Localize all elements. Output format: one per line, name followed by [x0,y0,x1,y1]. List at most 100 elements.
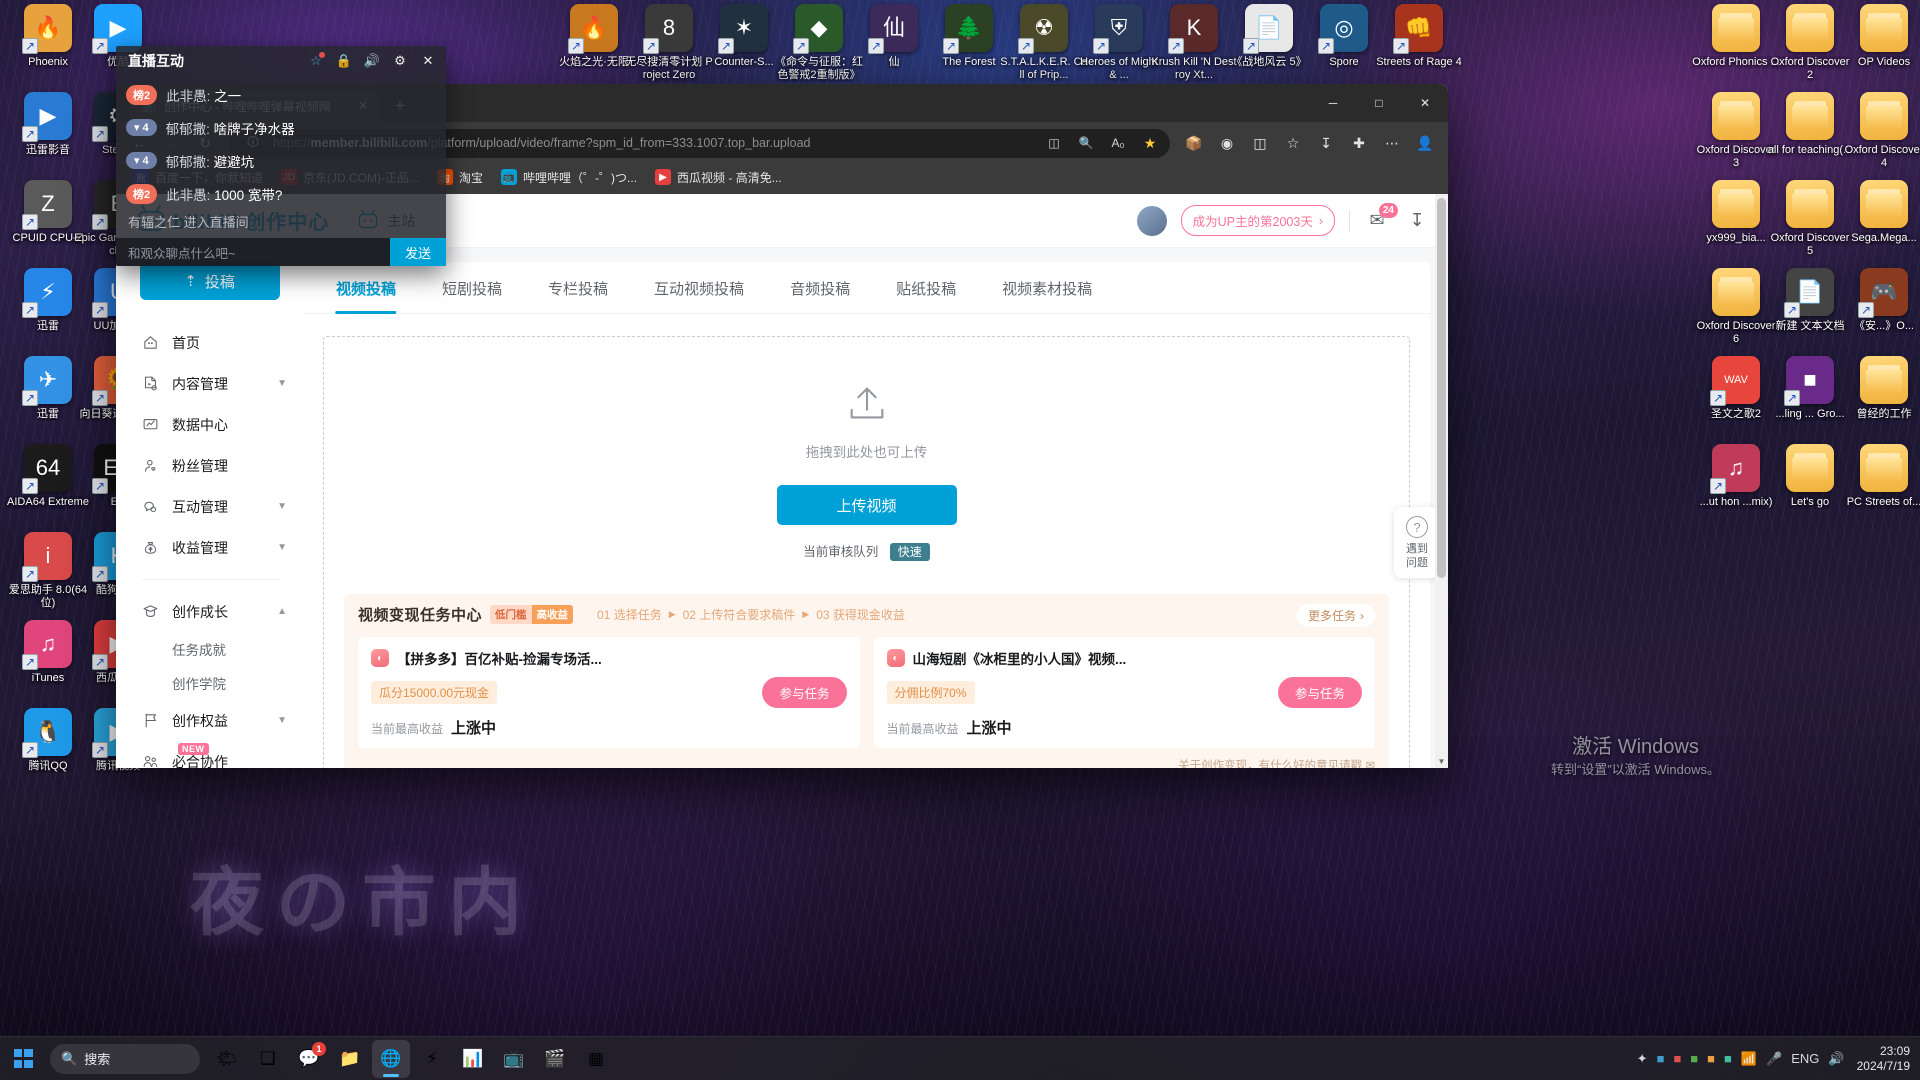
extensions-icon[interactable]: ✚ [1344,128,1374,158]
sidebar-subitem-任务成就[interactable]: 任务成就 [116,632,303,666]
taskbar-file-explorer[interactable]: 📁 [331,1040,369,1078]
profile-icon[interactable]: 👤 [1410,128,1440,158]
sidebar-item-创作成长[interactable]: 创作成长 ▲ [116,591,303,632]
microphone-icon[interactable]: 🎤 [1766,1051,1782,1067]
chevron-down-icon[interactable]: ▼ [277,378,287,389]
tab-短剧投稿[interactable]: 短剧投稿 [419,262,525,313]
maximize-button[interactable]: □ [1356,84,1402,122]
start-button[interactable] [0,1037,46,1080]
favorites-icon[interactable]: ☆ [1278,128,1308,158]
tab-互动视频投稿[interactable]: 互动视频投稿 [631,262,767,313]
feedback-icon[interactable]: ✉ [1365,760,1375,768]
folder-icon [1860,444,1908,492]
split-icon[interactable]: ◫ [1245,128,1275,158]
close-icon[interactable]: ✕ [416,49,440,73]
tray-app-2-icon[interactable]: ■ [1673,1051,1681,1066]
task-center-footer[interactable]: 关于创作变现，有什么好的意见请戳 ✉ [358,757,1375,768]
sidebar-item-数据中心[interactable]: 数据中心 [116,404,303,445]
downloads-icon[interactable]: ↧ [1311,128,1341,158]
tray-app-1-icon[interactable]: ■ [1657,1051,1665,1066]
volume-icon[interactable]: 🔊 [360,49,384,73]
taskbar-calculator[interactable]: 📊 [454,1040,492,1078]
bluetooth-icon[interactable]: ✦ [1637,1051,1648,1067]
avatar[interactable] [1136,205,1167,236]
settings-gear-icon[interactable]: ⚙ [388,49,412,73]
minimize-button[interactable]: ─ [1310,84,1356,122]
taskbar-search-box[interactable]: 🔍 搜索 [50,1043,200,1074]
taskbar-bilibili-app[interactable]: 📺 [495,1040,533,1078]
collections-icon[interactable]: 📦 [1179,128,1209,158]
sidebar-subitem-创作学院[interactable]: 创作学院 [116,666,303,700]
zoom-icon[interactable]: 🔍 [1074,131,1098,155]
download-icon[interactable]: ↧ [1404,208,1430,234]
more-tasks-button[interactable]: 更多任务 › [1296,604,1375,627]
sidebar-item-互动管理[interactable]: 互动管理 ▼ [116,486,303,527]
tab-视频投稿[interactable]: 视频投稿 [313,262,419,313]
app-icon: 📄 ↗ [1243,4,1293,54]
chevron-down-icon[interactable]: ▼ [277,501,287,512]
more-tasks-label: 更多任务 [1307,609,1356,623]
tab-视频素材投稿[interactable]: 视频素材投稿 [979,262,1115,313]
join-task-button[interactable]: 参与任务 [1277,677,1362,708]
upload-video-button[interactable]: 上传视频 [776,485,957,525]
desktop-icon-《安...》O...[interactable]: 🎮 ↗ 《安...》O... [1840,268,1920,333]
scroll-down-arrow-icon[interactable]: ▼ [1435,755,1448,768]
bookmark-item[interactable]: ▶ 西瓜视频 - 高清免... [648,166,789,189]
close-window-button[interactable]: ✕ [1402,84,1448,122]
settings-more-icon[interactable]: ⋯ [1377,128,1407,158]
taskbar-messenger[interactable]: 💬 1 [290,1040,328,1078]
page-scrollbar[interactable]: ▲ ▼ [1435,194,1448,768]
desktop-icon-Sega.Mega...[interactable]: Sega.Mega... [1840,180,1920,245]
tray-app-4-icon[interactable]: ■ [1707,1051,1715,1066]
chevron-up-icon[interactable]: ▲ [277,606,287,617]
chevron-down-icon[interactable]: ▼ [277,715,287,726]
tab-音频投稿[interactable]: 音频投稿 [767,262,873,313]
sidebar-item-必合协作[interactable]: 必合协作 NEW [116,741,303,768]
sidebar-item-首页[interactable]: 首页 [116,322,303,363]
help-floating-button[interactable]: ? 遇到 问题 [1394,507,1440,578]
desktop-icon-Streets of Rage 4[interactable]: 👊 ↗ Streets of Rage 4 [1375,4,1463,69]
sidebar-item-内容管理[interactable]: 内容管理 ▼ [116,363,303,404]
desktop-icon-OP Videos[interactable]: OP Videos [1840,4,1920,69]
shortcut-arrow-icon: ↗ [22,214,38,230]
favorite-star-icon[interactable]: ★ [1138,131,1162,155]
tray-app-5-icon[interactable]: ■ [1724,1051,1732,1066]
desktop-icon-Oxford Discover 4[interactable]: Oxford Discover 4 [1840,92,1920,170]
tray-app-3-icon[interactable]: ■ [1690,1051,1698,1066]
volume-icon[interactable]: 🔊 [1828,1051,1844,1067]
join-task-button[interactable]: 参与任务 [762,677,847,708]
lock-icon[interactable]: 🔒 [332,49,356,73]
live-chat-input[interactable]: 和观众聊点什么吧~ [116,238,390,266]
post-upload-button[interactable]: ⇡ 投稿 [139,262,280,300]
flame-icon: ◐ [371,649,389,667]
taskbar-tetris-game[interactable]: ▦ [577,1040,615,1078]
split-screen-icon[interactable]: ◫ [1042,131,1066,155]
bookmark-item[interactable]: 📺 哔哩哔哩（゜-゜)つ... [494,166,644,189]
sidebar-item-创作权益[interactable]: 创作权益 ▼ [116,700,303,741]
taskbar-weather-widget[interactable]: 🌤 [208,1040,246,1078]
task-card[interactable]: ◐ 山海短剧《冰柜里的小人国》视频... 分佣比例70% 参与任务 当前最高收益 上涨中 [873,637,1375,748]
live-send-button[interactable]: 发送 [390,238,446,266]
sidebar-item-收益管理[interactable]: 收益管理 ▼ [116,527,303,568]
chevron-down-icon[interactable]: ▼ [277,542,287,553]
taskbar-task-view[interactable]: ❑ [249,1040,287,1078]
desktop-icon-PC Streets of...[interactable]: PC Streets of... [1840,444,1920,509]
message-icon[interactable]: ✉ 24 [1364,202,1398,234]
read-aloud-icon[interactable]: A₀ [1106,131,1130,155]
upload-dropzone[interactable]: 拖拽到此处也可上传 上传视频 当前审核队列 快速 视频变现任务中心 低门槛 高收… [323,336,1410,768]
scrollbar-thumb[interactable] [1437,198,1446,578]
tab-专栏投稿[interactable]: 专栏投稿 [525,262,631,313]
desktop-icon-曾经的工作[interactable]: 曾经的工作 [1840,356,1920,421]
taskbar-media-player[interactable]: 🎬 [536,1040,574,1078]
taskbar-clock[interactable]: 23:09 2024/7/19 [1854,1044,1910,1074]
copilot-icon[interactable]: ◉ [1212,128,1242,158]
sidebar-item-粉丝管理[interactable]: 粉丝管理 [116,445,303,486]
emoji-icon[interactable]: ☆ [304,49,328,73]
taskbar-edge-browser[interactable]: 🌐 [372,1039,410,1078]
keyboard-language[interactable]: ENG [1791,1051,1819,1066]
tab-贴纸投稿[interactable]: 贴纸投稿 [873,262,979,313]
task-card[interactable]: ◐ 【拼多多】百亿补贴-捡漏专场活... 瓜分15000.00元现金 参与任务 当前最高… [358,637,860,748]
taskbar-thunder-download[interactable]: ⚡ [413,1040,451,1078]
network-icon[interactable]: 📶 [1741,1051,1757,1067]
up-anniversary-badge[interactable]: 成为UP主的第2003天 › [1180,205,1335,236]
